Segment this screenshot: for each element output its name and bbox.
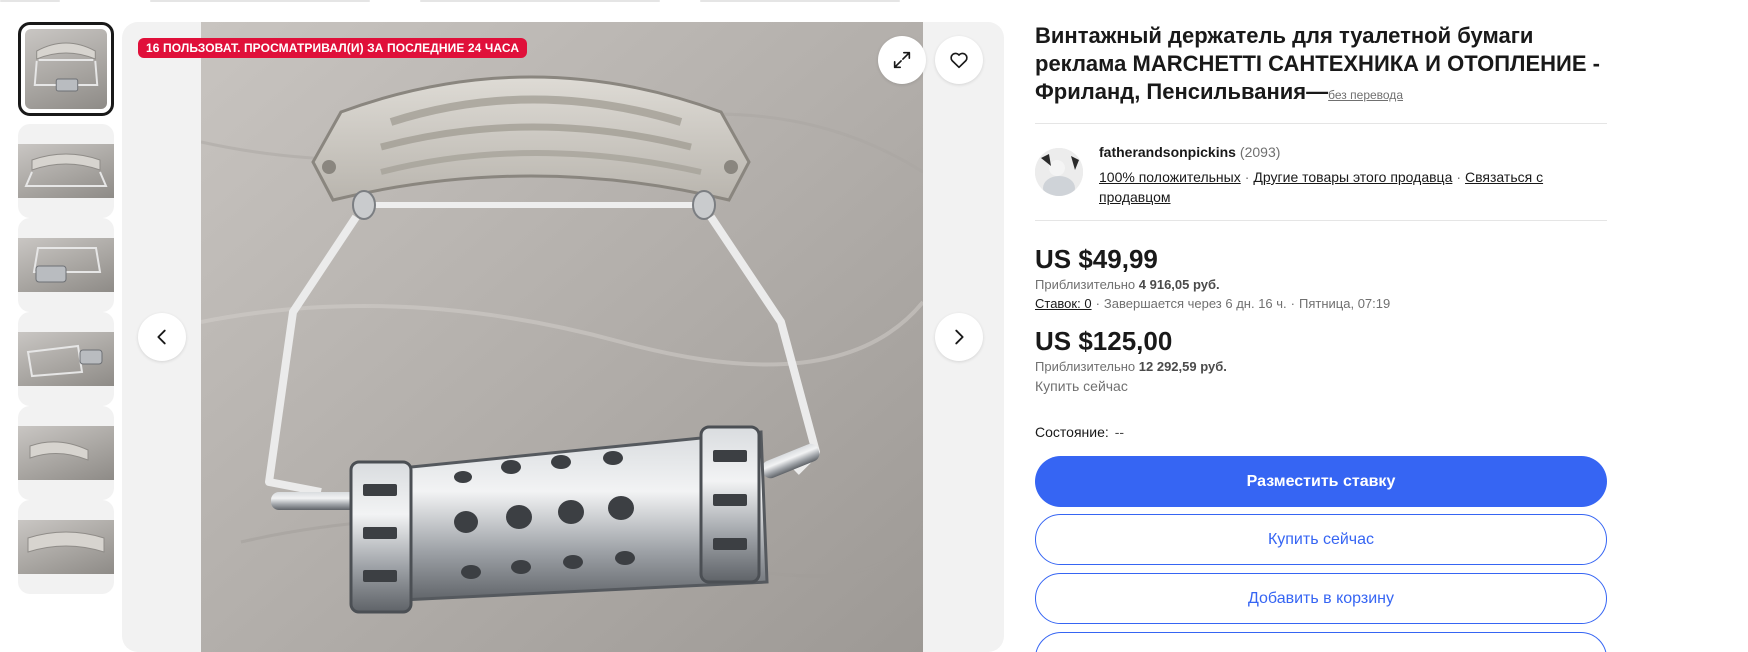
- expand-icon: [893, 51, 911, 69]
- approx-label: Приблизительно: [1035, 277, 1136, 292]
- breadcrumb-remnant: [0, 0, 1748, 8]
- listing-title-text: Винтажный держатель для туалетной бумаги…: [1035, 23, 1600, 104]
- other-items-link[interactable]: Другие товары этого продавца: [1253, 169, 1452, 185]
- thumbnail-image: [18, 144, 114, 198]
- separator-dot: ·: [1244, 169, 1250, 185]
- partial-button[interactable]: [1035, 632, 1607, 652]
- no-translation-link[interactable]: без перевода: [1328, 88, 1403, 102]
- chevron-right-icon: [955, 329, 964, 345]
- thumbnail-2[interactable]: [18, 124, 114, 218]
- thumbnail-4[interactable]: [18, 312, 114, 406]
- listing-title: Винтажный держатель для туалетной бумаги…: [1035, 22, 1607, 109]
- seller-links: 100% положительных · Другие товары этого п…: [1099, 167, 1569, 207]
- separator-dot: ·: [1290, 296, 1296, 311]
- views-badge: 16 ПОЛЬЗОВАТ. ПРОСМАТРИВАЛ(И) ЗА ПОСЛЕДН…: [138, 38, 528, 58]
- buy-now-price: US $125,00: [1035, 326, 1173, 356]
- time-left: Завершается через 6 дн. 16 ч.: [1103, 296, 1287, 311]
- current-bid-price: US $49,99: [1035, 244, 1158, 274]
- seller-name[interactable]: fatherandsonpickins: [1099, 144, 1236, 160]
- condition-row: Состояние: --: [1035, 422, 1607, 442]
- next-image-button[interactable]: [935, 313, 983, 361]
- bids-count-link[interactable]: Ставок: 0: [1035, 296, 1092, 311]
- separator-dot: ·: [1095, 296, 1100, 311]
- auction-price-block: US $49,99 Приблизительно 4 916,05 руб. С…: [1035, 243, 1607, 313]
- seller-feedback-count: (2093): [1239, 144, 1281, 160]
- approx-label: Приблизительно: [1035, 359, 1136, 374]
- thumbnail-image: [18, 426, 114, 480]
- divider: [1035, 220, 1607, 221]
- buy-now-button[interactable]: Купить сейчас: [1035, 514, 1607, 565]
- chevron-left-icon: [157, 329, 166, 345]
- thumbnail-image: [25, 29, 107, 109]
- condition-value: --: [1114, 424, 1125, 440]
- thumbnail-image: [18, 332, 114, 386]
- thumbnail-6[interactable]: [18, 500, 114, 594]
- thumbnail-3[interactable]: [18, 218, 114, 312]
- buy-now-label: Купить сейчас: [1035, 378, 1128, 394]
- approx-price-line: Приблизительно 12 292,59 руб.: [1035, 357, 1607, 376]
- heart-icon: [950, 52, 968, 69]
- main-image-gallery: 16 ПОЛЬЗОВАТ. ПРОСМАТРИВАЛ(И) ЗА ПОСЛЕДН…: [122, 22, 1004, 652]
- main-product-photo: [201, 22, 923, 652]
- expand-button[interactable]: [878, 36, 926, 84]
- add-to-cart-button[interactable]: Добавить в корзину: [1035, 573, 1607, 624]
- place-bid-button[interactable]: Разместить ставку: [1035, 456, 1607, 507]
- seller-name-row: fatherandsonpickins (2093): [1099, 144, 1280, 160]
- end-time: Пятница, 07:19: [1299, 296, 1391, 311]
- approx-price-line: Приблизительно 4 916,05 руб.: [1035, 275, 1607, 294]
- previous-image-button[interactable]: [138, 313, 186, 361]
- positive-feedback-link[interactable]: 100% положительных: [1099, 169, 1241, 185]
- condition-label: Состояние:: [1035, 424, 1109, 440]
- thumbnail-5[interactable]: [18, 406, 114, 500]
- thumbnail-1[interactable]: [18, 22, 114, 116]
- seller-card: fatherandsonpickins (2093) 100% положител…: [1035, 124, 1607, 220]
- approx-value: 4 916,05 руб.: [1138, 277, 1220, 292]
- seller-avatar[interactable]: [1035, 148, 1083, 196]
- bid-info-row: Ставок: 0 · Завершается через 6 дн. 16 ч. ·…: [1035, 294, 1607, 313]
- buy-now-price-block: US $125,00 Приблизительно 12 292,59 руб.…: [1035, 325, 1607, 396]
- thumbnail-image: [18, 238, 114, 292]
- thumbnail-image: [18, 520, 114, 574]
- separator-dot: ·: [1456, 169, 1462, 185]
- listing-info-panel: Винтажный держатель для туалетной бумаги…: [1035, 22, 1607, 442]
- approx-value: 12 292,59 руб.: [1138, 359, 1227, 374]
- favorite-button[interactable]: [935, 36, 983, 84]
